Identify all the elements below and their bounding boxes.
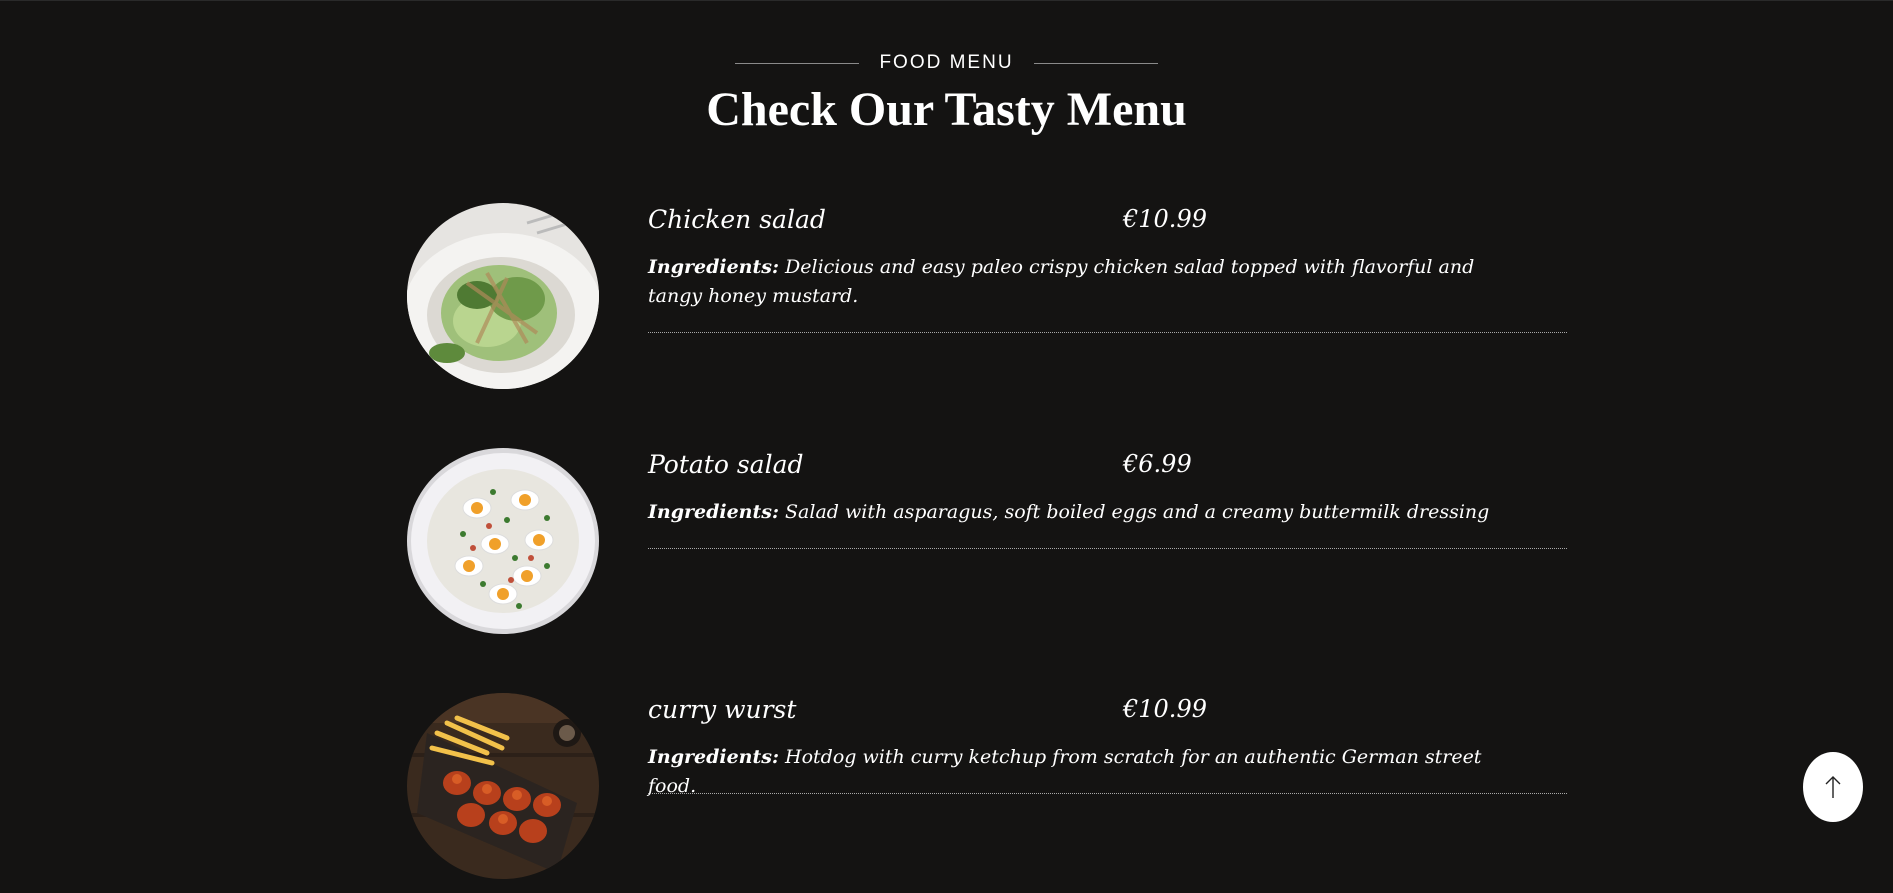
ingredients-text: Salad with asparagus, soft boiled eggs a… <box>785 501 1490 523</box>
ingredients-label: Ingredients: <box>648 501 779 523</box>
currywurst-image <box>407 693 599 879</box>
menu-item-description: Ingredients: Salad with asparagus, soft … <box>648 498 1528 527</box>
menu-item-curry-wurst: curry wurst €10.99 Ingredients: Hotdog w… <box>407 693 1567 893</box>
menu-item-price: €10.99 <box>1123 205 1207 233</box>
currywurst-photo-icon <box>407 693 599 879</box>
chicken-salad-image <box>407 203 599 389</box>
eyebrow-label: FOOD MENU <box>879 52 1014 73</box>
potato-salad-photo-icon <box>407 448 599 634</box>
ingredients-label: Ingredients: <box>648 256 779 278</box>
eyebrow-right-rule <box>1033 62 1158 64</box>
menu-item-name: curry wurst <box>648 695 797 724</box>
arrow-up-icon <box>1825 776 1841 798</box>
menu-item-description: Ingredients: Delicious and easy paleo cr… <box>648 253 1528 311</box>
menu-item-name: Potato salad <box>648 450 804 479</box>
menu-item-name: Chicken salad <box>648 205 826 234</box>
potato-salad-image <box>407 448 599 634</box>
back-to-top-button[interactable] <box>1803 752 1863 822</box>
menu-item-divider <box>648 332 1567 333</box>
menu-item-divider <box>648 548 1567 549</box>
ingredients-label: Ingredients: <box>648 746 779 768</box>
menu-item-potato-salad: Potato salad €6.99 Ingredients: Salad wi… <box>407 448 1567 648</box>
section-header: FOOD MENU Check Our Tasty Menu <box>0 50 1893 137</box>
eyebrow-left-rule <box>735 62 860 64</box>
menu-item-divider <box>648 793 1567 794</box>
menu-item-price: €6.99 <box>1123 450 1192 478</box>
top-border <box>0 0 1893 1</box>
section-title: Check Our Tasty Menu <box>706 83 1187 136</box>
menu-item-price: €10.99 <box>1123 695 1207 723</box>
chicken-salad-photo-icon <box>407 203 599 389</box>
section-eyebrow: FOOD MENU <box>0 50 1893 76</box>
menu-item-chicken-salad: Chicken salad €10.99 Ingredients: Delici… <box>407 203 1567 403</box>
